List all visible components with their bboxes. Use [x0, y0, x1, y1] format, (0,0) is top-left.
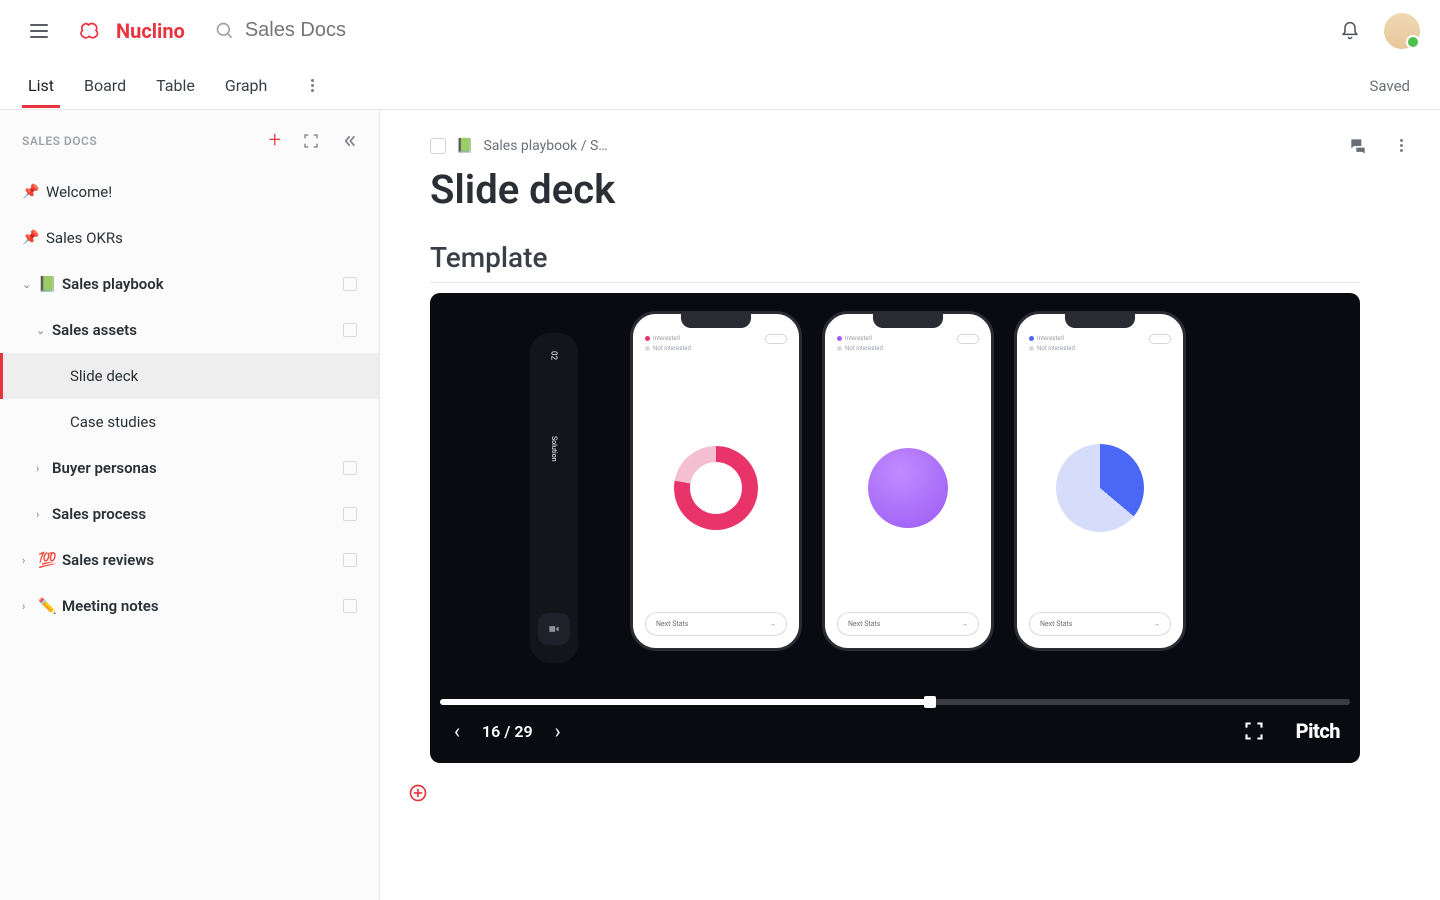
fullscreen-icon[interactable]: [1244, 721, 1264, 741]
sidebar-item-playbook[interactable]: ⌄ 📗 Sales playbook: [0, 261, 379, 307]
book-icon: 📗: [456, 138, 473, 154]
toggle-icon: [957, 334, 979, 344]
toggle-icon: [765, 334, 787, 344]
sidebar-item-okrs[interactable]: 📌 Sales OKRs: [0, 215, 379, 261]
pin-icon: 📌: [22, 230, 40, 246]
breadcrumb[interactable]: 📗 Sales playbook / S…: [430, 138, 1360, 154]
sidebar-item-label: Case studies: [70, 413, 357, 431]
sidebar-item-personas[interactable]: › Buyer personas: [0, 445, 379, 491]
copy-icon[interactable]: [343, 323, 357, 337]
sidebar-item-label: Sales OKRs: [46, 229, 357, 247]
toggle-icon: [1149, 334, 1171, 344]
collapse-sidebar-icon[interactable]: [341, 133, 357, 149]
chevron-right-icon[interactable]: ›: [36, 508, 48, 521]
section-title: Template: [430, 241, 1360, 274]
main-content: 📗 Sales playbook / S… Slide deck Templat…: [380, 110, 1440, 900]
app-logo[interactable]: Nuclino: [78, 19, 185, 43]
next-button: Next Stats→: [645, 612, 787, 636]
sidebar-item-label: Buyer personas: [52, 459, 343, 477]
chevron-right-icon[interactable]: ›: [22, 600, 34, 613]
pencil-icon: ✏️: [38, 597, 56, 615]
bell-icon[interactable]: [1340, 21, 1360, 41]
expand-icon[interactable]: [303, 133, 319, 149]
chevron-down-icon[interactable]: ⌄: [22, 278, 34, 291]
sidebar-item-process[interactable]: › Sales process: [0, 491, 379, 537]
chevron-right-icon[interactable]: ›: [36, 462, 48, 475]
tabs-more-icon[interactable]: [303, 77, 321, 95]
sidebar-item-label: Sales reviews: [62, 551, 343, 569]
copy-icon[interactable]: [343, 599, 357, 613]
chart-legend: Interested Not interested: [645, 334, 691, 353]
chevron-right-icon[interactable]: ›: [22, 554, 34, 567]
copy-icon[interactable]: [343, 553, 357, 567]
app-name: Nuclino: [116, 19, 185, 43]
sidebar-item-welcome[interactable]: 📌 Welcome!: [0, 169, 379, 215]
sidebar-item-reviews[interactable]: › 💯 Sales reviews: [0, 537, 379, 583]
prev-slide-icon[interactable]: ‹: [450, 715, 464, 747]
copy-icon[interactable]: [343, 461, 357, 475]
sidebar-item-label: Welcome!: [46, 183, 357, 201]
sidebar-title: SALES DOCS: [22, 134, 97, 148]
sidebar-item-assets[interactable]: ⌄ Sales assets: [0, 307, 379, 353]
brain-icon: [78, 19, 108, 43]
sidebar-item-label: Sales playbook: [62, 275, 343, 293]
search-icon: [215, 21, 235, 41]
page-title: Slide deck: [430, 166, 1360, 213]
checkbox-icon[interactable]: [430, 138, 446, 154]
hundred-icon: 💯: [38, 551, 56, 569]
pie-chart-icon: [1056, 444, 1144, 532]
section-divider: [430, 282, 1360, 283]
pitch-logo: Pitch: [1296, 719, 1340, 743]
next-slide-icon[interactable]: ›: [551, 715, 565, 747]
chart-legend: Interested Not interested: [837, 334, 883, 353]
copy-icon[interactable]: [343, 277, 357, 291]
sidebar: SALES DOCS + 📌 Welcome! 📌 Sales OKRs ⌄ 📗…: [0, 110, 380, 900]
menu-icon[interactable]: [30, 19, 54, 43]
chart-legend: Interested Not interested: [1029, 334, 1075, 353]
chevron-down-icon[interactable]: ⌄: [36, 324, 48, 337]
tab-graph[interactable]: Graph: [225, 64, 268, 107]
copy-icon[interactable]: [343, 507, 357, 521]
sidebar-item-case-studies[interactable]: Case studies: [0, 399, 379, 445]
pin-icon: 📌: [22, 184, 40, 200]
avatar[interactable]: [1384, 13, 1420, 49]
tab-list[interactable]: List: [28, 64, 54, 107]
phone-mockup-3: Interested Not interested Next Stats→: [1014, 311, 1186, 651]
page-more-icon[interactable]: [1392, 136, 1410, 154]
phone-mockup-1: Interested Not interested Next Stats→: [630, 311, 802, 651]
book-icon: 📗: [38, 275, 56, 293]
next-button: Next Stats→: [1029, 612, 1171, 636]
sidebar-item-slide-deck[interactable]: Slide deck: [0, 353, 379, 399]
sidebar-item-label: Sales assets: [52, 321, 343, 339]
comments-icon[interactable]: [1348, 136, 1368, 156]
search-wrap[interactable]: [215, 19, 1340, 42]
donut-chart-icon: [674, 446, 758, 530]
tab-board[interactable]: Board: [84, 64, 126, 107]
tab-table[interactable]: Table: [156, 64, 195, 107]
saved-status: Saved: [1369, 77, 1410, 95]
sidebar-item-label: Slide deck: [70, 367, 357, 385]
next-button: Next Stats→: [837, 612, 979, 636]
breadcrumb-text: Sales playbook / S…: [483, 138, 607, 154]
add-page-icon[interactable]: +: [269, 128, 281, 153]
circle-chart-icon: [868, 448, 948, 528]
slide-embed[interactable]: 02 Solution Interested Not interested: [430, 293, 1360, 763]
add-block-button[interactable]: [408, 783, 1360, 807]
sidebar-item-label: Meeting notes: [62, 597, 343, 615]
sidebar-item-label: Sales process: [52, 505, 343, 523]
slide-counter: 16 / 29: [482, 722, 533, 741]
sidebar-item-notes[interactable]: › ✏️ Meeting notes: [0, 583, 379, 629]
search-input[interactable]: [245, 19, 545, 42]
phone-mockup-2: Interested Not interested Next Stats→: [822, 311, 994, 651]
slide-progress[interactable]: [440, 699, 1350, 705]
